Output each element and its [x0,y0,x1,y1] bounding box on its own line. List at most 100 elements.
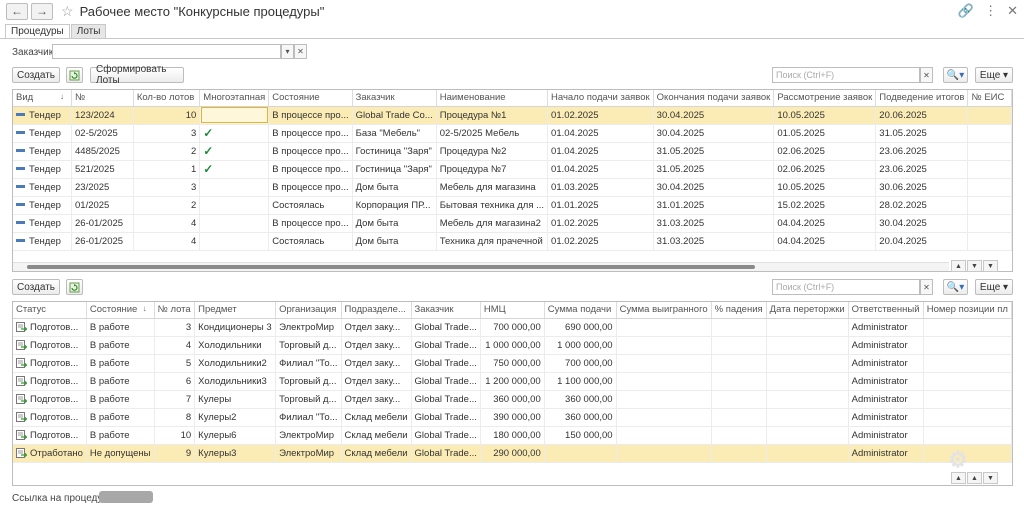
lot-row[interactable]: Подготов... В работе 4 Холодильники Торговый… [13,336,1012,355]
customer-clear-button[interactable]: ✕ [294,44,307,59]
more-label: Еще [979,281,1001,293]
document-status-icon [16,339,28,350]
procedures-search-input[interactable]: Поиск (Ctrl+F) [772,67,920,83]
refresh-lots-icon[interactable] [66,279,83,295]
search-icon[interactable]: 🔍▾ [943,67,968,83]
create-procedure-button[interactable]: Создать [12,67,60,83]
cell-kind: Тендер [13,124,72,143]
lot-row[interactable]: Подготов... В работе 5 Холодильники2 Филиал … [13,354,1012,373]
favorite-star-icon[interactable]: ☆ [61,3,74,20]
lot-row[interactable]: Подготов... В работе 8 Кулеры2 Филиал "То...… [13,408,1012,427]
create-lot-button[interactable]: Создать [12,279,60,295]
customer-filter-input[interactable] [52,44,281,59]
col-plan-position[interactable]: Номер позиции пл [923,302,1012,319]
lot-row[interactable]: Подготов... В работе 10 Кулеры6 ЭлектроМир Ск… [13,426,1012,445]
procedure-row[interactable]: Тендер 521/2025 1 ✓ В процессе про... Гостини… [13,160,1012,179]
more-vertical-icon[interactable]: ⋮ [984,3,997,19]
tab-lots[interactable]: Лоты [70,24,107,39]
lots-search-input[interactable]: Поиск (Ctrl+F) [772,279,920,295]
customer-dropdown-button[interactable]: ▾ [281,44,294,59]
col-kind[interactable]: Вид ↓ [13,90,72,107]
col-won-sum[interactable]: Сумма выигранного [616,302,712,319]
link-icon[interactable]: 🔗 [958,3,974,19]
lot-row[interactable]: Подготов... В работе 6 Холодильники3 Торговы… [13,372,1012,391]
checkmark-icon: ✓ [203,144,214,158]
cell-nmc: 180 000,00 [480,426,545,445]
cell-start: 01.04.2025 [547,142,654,161]
back-arrow-icon[interactable]: ← [6,2,28,20]
col-subject[interactable]: Предмет [194,302,277,319]
col-lot-state[interactable]: Состояние ↓ [86,302,155,319]
scroll-down-icon[interactable]: ▼ [967,260,982,272]
col-state[interactable]: Состояние [268,90,353,107]
lots-more-button[interactable]: Еще ▾ [975,279,1013,295]
col-review[interactable]: Рассмотрение заявок [773,90,877,107]
cell-start: 01.02.2025 [547,214,654,233]
tab-divider [0,38,1024,39]
tab-procedures[interactable]: Процедуры [5,24,70,39]
col-number[interactable]: № [71,90,134,107]
cell-start: 01.04.2025 [547,160,654,179]
cell-lot-customer: Global Trade... [411,354,481,373]
cell-rebid-date [766,336,849,355]
col-submitted-sum[interactable]: Сумма подачи [544,302,617,319]
col-customer[interactable]: Заказчик [352,90,437,107]
col-drop-percent[interactable]: % падения [711,302,767,319]
cell-rebid-date [766,444,849,463]
col-name[interactable]: Наименование [436,90,549,107]
col-lot-customer[interactable]: Заказчик [411,302,481,319]
lot-row[interactable]: Отработано Не допущены 9 Кулеры3 ЭлектроМир С… [13,444,1012,463]
cell-eis [967,178,1012,197]
tender-icon [16,239,25,243]
search-clear-icon[interactable]: ✕ [920,67,933,83]
cell-status: Подготов... [13,426,87,445]
col-organization[interactable]: Организация [275,302,342,319]
procedure-row[interactable]: Тендер 02-5/2025 3 ✓ В процессе про... База "… [13,124,1012,143]
scroll-bottom-icon[interactable]: ▼ [983,260,998,272]
lots-search-icon[interactable]: 🔍▾ [943,279,968,295]
procedure-row[interactable]: Тендер 26-01/2025 4 Состоялась Дом быта Техни… [13,232,1012,251]
col-rebid-date[interactable]: Дата переторжки [766,302,849,319]
lots-search-clear-icon[interactable]: ✕ [920,279,933,295]
scroll-thumb[interactable] [27,265,755,269]
procedure-row[interactable]: Тендер 23/2025 3 В процессе про... Дом быта М… [13,178,1012,197]
lot-row[interactable]: Подготов... В работе 3 Кондиционеры 3 Электр… [13,318,1012,337]
cell-multistage: ✓ [199,142,270,161]
procedure-row[interactable]: Тендер 01/2025 2 Состоялась Корпорация ПР...… [13,196,1012,215]
col-department[interactable]: Подразделе... [341,302,412,319]
col-results[interactable]: Подведение итогов [875,90,969,107]
lot-row[interactable]: Подготов... В работе 7 Кулеры Торговый д... О… [13,390,1012,409]
cell-results: 20.04.2025 [875,232,969,251]
cell-number: 26-01/2025 [71,232,134,251]
col-responsible[interactable]: Ответственный [848,302,924,319]
cell-subject: Холодильники3 [194,372,277,391]
forward-arrow-icon[interactable]: → [31,2,53,20]
refresh-icon[interactable] [66,67,83,83]
procedure-row[interactable]: Тендер 26-01/2025 4 В процессе про... Дом бы… [13,214,1012,233]
cell-end: 30.04.2025 [653,106,775,125]
tender-icon [16,221,25,225]
cell-department: Отдел заку... [341,318,412,337]
form-lots-button[interactable]: Сформировать Лоты [90,64,184,86]
procedure-row[interactable]: Тендер 123/2024 10 В процессе про... Global … [13,106,1012,125]
procedure-link[interactable] [99,491,153,503]
col-status[interactable]: Статус [13,302,87,319]
col-nmc[interactable]: НМЦ [480,302,545,319]
search-placeholder: Поиск (Ctrl+F) [776,282,835,292]
col-end[interactable]: Окончания подачи заявок [653,90,775,107]
col-start[interactable]: Начало подачи заявок [547,90,654,107]
procedures-nav-arrows: ▲ ▼ ▼ [951,260,998,272]
col-eis[interactable]: № ЕИС [967,90,1012,107]
col-multistage[interactable]: Многоэтапная [199,90,270,107]
cell-state: Состоялась [268,196,353,215]
close-icon[interactable]: ✕ [1007,3,1018,19]
cell-review: 10.05.2025 [773,178,877,197]
procedure-row[interactable]: Тендер 4485/2025 2 ✓ В процессе про... Гостин… [13,142,1012,161]
cell-multistage [199,178,270,197]
col-lots-count[interactable]: Кол-во лотов [133,90,201,107]
col-lot-number[interactable]: № лота [154,302,196,319]
cell-lot-state: В работе [86,354,155,373]
procedures-hscrollbar[interactable] [13,262,949,271]
scroll-top-icon[interactable]: ▲ [951,260,966,272]
more-button[interactable]: Еще ▾ [975,67,1013,83]
